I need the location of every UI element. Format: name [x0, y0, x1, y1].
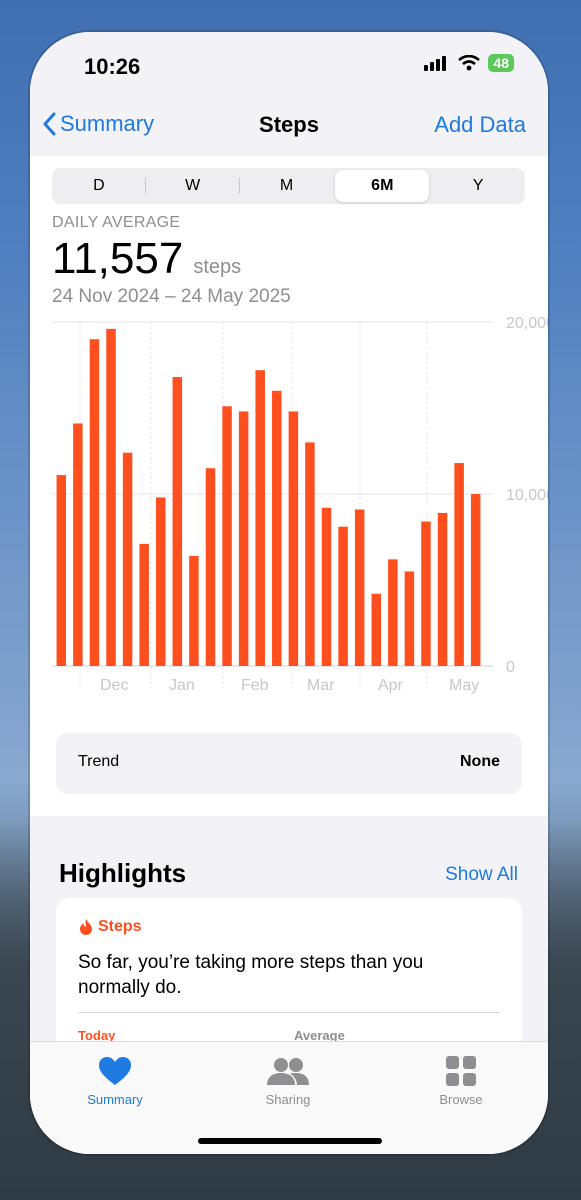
status-icons: 48 — [424, 54, 514, 72]
status-bar: 10:26 48 — [30, 32, 548, 102]
bar — [205, 468, 216, 666]
y-tick-label: 20,000 — [506, 317, 548, 332]
y-tick-label: 0 — [506, 659, 515, 676]
bar — [106, 328, 116, 666]
bar — [288, 411, 299, 666]
x-tick-label: Jan — [169, 677, 195, 694]
tab-sharing[interactable]: Sharing — [228, 1056, 348, 1107]
x-tick-label: Mar — [307, 677, 335, 694]
tab-browse[interactable]: Browse — [401, 1056, 521, 1107]
tab-browse-label: Browse — [439, 1092, 483, 1107]
status-time: 10:26 — [84, 54, 141, 79]
bar — [272, 390, 282, 666]
date-range: 24 Nov 2024 – 24 May 2025 — [52, 286, 291, 307]
tab-summary-label: Summary — [87, 1092, 143, 1107]
bar — [321, 507, 332, 666]
segment-6-months[interactable]: 6M — [335, 170, 430, 202]
flame-icon — [80, 919, 92, 935]
tab-summary[interactable]: Summary — [55, 1056, 175, 1107]
time-range-segmented-control: D W M 6M Y — [52, 168, 525, 204]
bar — [89, 339, 100, 666]
bar — [156, 497, 166, 666]
bar — [189, 555, 199, 666]
steps-summary: DAILY AVERAGE 11,557 steps 24 Nov 2024 –… — [52, 214, 291, 308]
bar — [470, 494, 481, 666]
bar — [139, 543, 149, 666]
bar — [73, 423, 83, 666]
bar — [454, 463, 464, 666]
trend-value: None — [460, 753, 500, 770]
steps-bar-chart[interactable]: 0 10,000 20,000 Dec Jan Feb Mar Apr May — [48, 317, 548, 702]
x-tick-label: Dec — [100, 677, 128, 694]
segment-year[interactable]: Y — [431, 168, 525, 204]
bar — [404, 571, 415, 666]
highlight-text: So far, you’re taking more steps than yo… — [78, 952, 424, 998]
highlight-title: Steps — [98, 918, 142, 935]
value-unit: steps — [193, 256, 242, 278]
show-all-link[interactable]: Show All — [445, 864, 518, 886]
tab-sharing-label: Sharing — [265, 1092, 311, 1107]
bar — [421, 521, 431, 666]
segment-month[interactable]: M — [240, 168, 334, 204]
segment-week[interactable]: W — [146, 168, 240, 204]
segment-day[interactable]: D — [52, 168, 146, 204]
trend-label: Trend — [78, 753, 120, 770]
grid-icon — [446, 1056, 476, 1086]
bar — [371, 593, 381, 666]
add-data-button[interactable]: Add Data — [434, 112, 526, 138]
range-label: DAILY AVERAGE — [52, 214, 181, 231]
bar — [354, 509, 365, 666]
home-indicator — [198, 1138, 382, 1144]
divider — [78, 1012, 500, 1013]
bar — [56, 475, 67, 666]
x-tick-label: Feb — [241, 677, 269, 694]
nav-bar: Summary Steps Add Data — [30, 102, 548, 156]
y-tick-label: 10,000 — [506, 487, 548, 504]
bar — [122, 452, 133, 666]
wifi-icon — [458, 55, 481, 71]
phone-screen: 10:26 48 Summary Steps Add Data D W M 6M… — [30, 32, 548, 1154]
battery-indicator: 48 — [488, 54, 514, 72]
bar — [437, 512, 448, 666]
bar — [255, 370, 265, 666]
daily-average-value: 11,557 — [52, 234, 184, 283]
x-tick-label: Apr — [378, 677, 404, 694]
trend-row[interactable]: Trend None — [56, 733, 522, 794]
bar — [338, 526, 348, 666]
bar — [305, 442, 315, 666]
signal-icon — [424, 56, 447, 71]
highlight-header: Steps — [78, 918, 142, 936]
x-tick-label: May — [449, 677, 479, 694]
people-icon — [267, 1058, 309, 1085]
bar — [388, 559, 398, 666]
bar — [172, 377, 183, 666]
heart-icon — [99, 1057, 131, 1085]
highlights-title: Highlights — [59, 858, 187, 888]
bar — [222, 406, 232, 666]
bar — [238, 411, 249, 666]
